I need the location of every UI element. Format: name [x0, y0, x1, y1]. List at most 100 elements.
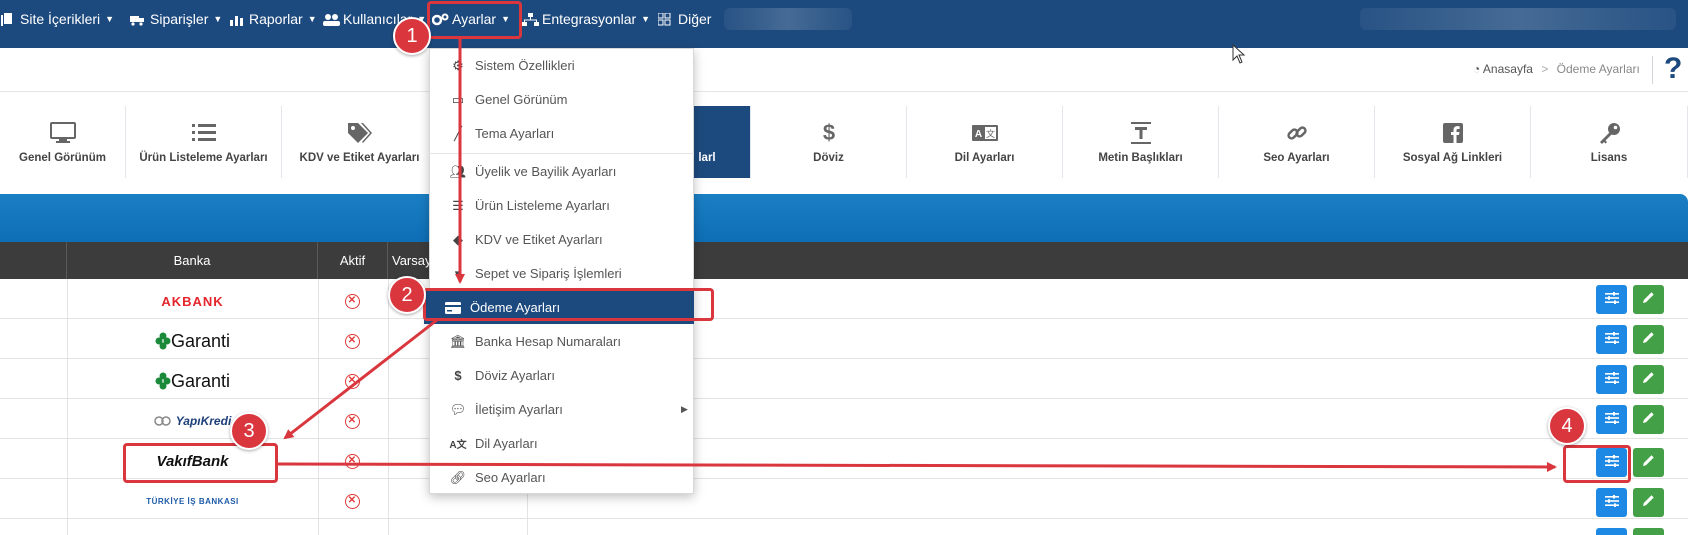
caret-icon: ▼	[213, 14, 223, 24]
bank-settings-button[interactable]	[1596, 365, 1627, 394]
svg-text:$: $	[822, 121, 834, 145]
highlight-vakifbank-settings	[1563, 445, 1631, 483]
bank-logo-yapikredi: YapıKredi	[67, 401, 318, 441]
inactive-icon[interactable]: ✕	[339, 481, 365, 521]
pencil-icon	[1642, 291, 1655, 309]
bank-settings-button[interactable]	[1596, 488, 1627, 517]
language-icon: A文	[971, 120, 998, 146]
basket-icon: ▾	[454, 265, 462, 281]
step-badge-3: 3	[230, 412, 268, 450]
panel-header	[0, 194, 1688, 242]
breadcrumb: ◔ Anasayfa > Ödeme Ayarları	[1473, 62, 1640, 76]
inactive-icon[interactable]: ✕	[339, 401, 365, 441]
bank-settings-button[interactable]	[1596, 528, 1627, 535]
menu-item-contact-settings[interactable]: 💬︎ İletişim Ayarları	[429, 393, 694, 426]
step-badge-4: 4	[1548, 407, 1586, 445]
bank-logo-isbank: TÜRKİYE İŞ BANKASI	[146, 496, 239, 506]
tab-general-view[interactable]: Genel Görünüm	[0, 106, 126, 178]
menu-item-product-listing[interactable]: ☰ Ürün Listeleme Ayarları	[429, 189, 694, 222]
clover-icon	[155, 332, 171, 350]
tab-text-headings[interactable]: Metin Başlıkları	[1063, 106, 1219, 178]
pencil-icon	[1642, 494, 1655, 512]
brush-icon: ╱	[454, 125, 462, 141]
inactive-icon[interactable]: ✕	[339, 441, 365, 481]
help-icon[interactable]: ?	[1664, 52, 1682, 86]
sliders-icon	[1604, 371, 1619, 389]
bank-settings-button[interactable]	[1596, 285, 1627, 314]
sliders-icon	[1604, 331, 1619, 349]
menu-item-currency[interactable]: $ Döviz Ayarları	[429, 359, 694, 392]
tab-license[interactable]: Lisans	[1531, 106, 1688, 178]
inactive-icon[interactable]: ✕	[339, 281, 365, 321]
top-navigation: Site İçerikleri ▼ Siparişler ▼ Raporlar ▼ K…	[0, 0, 1688, 48]
caret-icon: ▼	[307, 14, 317, 24]
tab-seo[interactable]: Seo Ayarları	[1219, 106, 1375, 178]
bank-logo-akbank: AKBANK	[161, 293, 224, 309]
nav-integrations[interactable]: Entegrasyonlar ▼	[522, 0, 650, 38]
step-badge-1: 1	[393, 17, 431, 55]
nav-other[interactable]: Diğer	[657, 0, 711, 38]
menu-item-system-features[interactable]: ⚙ Sistem Özellikleri	[429, 49, 694, 82]
bank-edit-button[interactable]	[1633, 405, 1664, 434]
nav-orders[interactable]: Siparişler ▼	[130, 0, 222, 38]
highlight-settings-menu	[427, 1, 522, 39]
caret-icon: ▼	[105, 14, 115, 24]
menu-item-bank-accounts[interactable]: 🏛︎ Banka Hesap Numaraları	[429, 325, 694, 358]
tab-language[interactable]: A文 Dil Ayarları	[907, 106, 1063, 178]
blurred-area	[724, 8, 852, 30]
divider	[388, 279, 389, 535]
column-header-active[interactable]: Aktif	[318, 242, 388, 279]
facebook-icon	[1442, 120, 1463, 146]
tab-tax-labels[interactable]: KDV ve Etiket Ayarları	[282, 106, 438, 178]
menu-item-cart-orders[interactable]: ▾ Sepet ve Sipariş İşlemleri	[429, 257, 694, 290]
bank-edit-button[interactable]	[1633, 448, 1664, 477]
svg-text:A: A	[974, 129, 981, 140]
tab-currency[interactable]: $ Döviz	[751, 106, 907, 178]
inactive-icon[interactable]: ✕	[339, 361, 365, 401]
breadcrumb-bar	[0, 48, 1688, 92]
sliders-icon	[1604, 494, 1619, 512]
screen: Site İçerikleri ▼ Siparişler ▼ Raporlar ▼ K…	[0, 0, 1688, 535]
list-icon: ☰	[452, 197, 464, 213]
tags-icon	[347, 120, 373, 146]
table-row	[0, 519, 1688, 535]
menu-item-tax-labels[interactable]: ◆ KDV ve Etiket Ayarları	[429, 223, 694, 256]
highlight-payment-settings	[423, 288, 714, 321]
mouse-cursor-icon	[1232, 43, 1246, 69]
submenu-arrow-icon: ▶	[681, 404, 688, 414]
language-icon: A文	[449, 440, 467, 451]
bank-icon: 🏛︎	[449, 333, 467, 349]
tab-social-links[interactable]: Sosyal Ağ Linkleri	[1375, 106, 1531, 178]
menu-item-membership-dealer[interactable]: 👥︎ Üyelik ve Bayilik Ayarları	[429, 155, 694, 188]
inactive-icon[interactable]: ✕	[339, 321, 365, 361]
bank-edit-button[interactable]	[1633, 365, 1664, 394]
dollar-icon: $	[454, 368, 462, 383]
breadcrumb-home[interactable]: Anasayfa	[1483, 62, 1533, 76]
tab-product-listing[interactable]: Ürün Listeleme Ayarları	[126, 106, 282, 178]
sitemap-icon	[522, 12, 539, 26]
bank-settings-button[interactable]	[1596, 325, 1627, 354]
bank-edit-button[interactable]	[1633, 528, 1664, 535]
bank-edit-button[interactable]	[1633, 325, 1664, 354]
menu-item-theme-settings[interactable]: ╱ Tema Ayarları	[429, 117, 694, 150]
dashboard-icon: ◔	[1473, 62, 1481, 76]
column-header-blank	[0, 242, 67, 279]
truck-icon	[130, 13, 145, 26]
link-icon: 🔗︎	[449, 469, 467, 485]
nav-reports[interactable]: Raporlar ▼	[229, 0, 317, 38]
chart-icon	[229, 13, 244, 26]
menu-item-seo[interactable]: 🔗︎ Seo Ayarları	[429, 461, 694, 494]
menu-item-language[interactable]: A文 Dil Ayarları	[429, 427, 694, 460]
bank-settings-button[interactable]	[1596, 405, 1627, 434]
bank-edit-button[interactable]	[1633, 285, 1664, 314]
divider	[1652, 56, 1653, 84]
menu-item-general-view[interactable]: ▭ Genel Görünüm	[429, 83, 694, 116]
nav-site-contents[interactable]: Site İçerikleri ▼	[0, 0, 114, 38]
blurred-area	[1360, 8, 1676, 30]
document-icon	[0, 12, 15, 26]
column-header-bank[interactable]: Banka	[67, 242, 318, 279]
caret-icon: ▼	[641, 14, 651, 24]
breadcrumb-current: Ödeme Ayarları	[1556, 62, 1640, 76]
bank-edit-button[interactable]	[1633, 488, 1664, 517]
menu-divider	[429, 153, 694, 154]
